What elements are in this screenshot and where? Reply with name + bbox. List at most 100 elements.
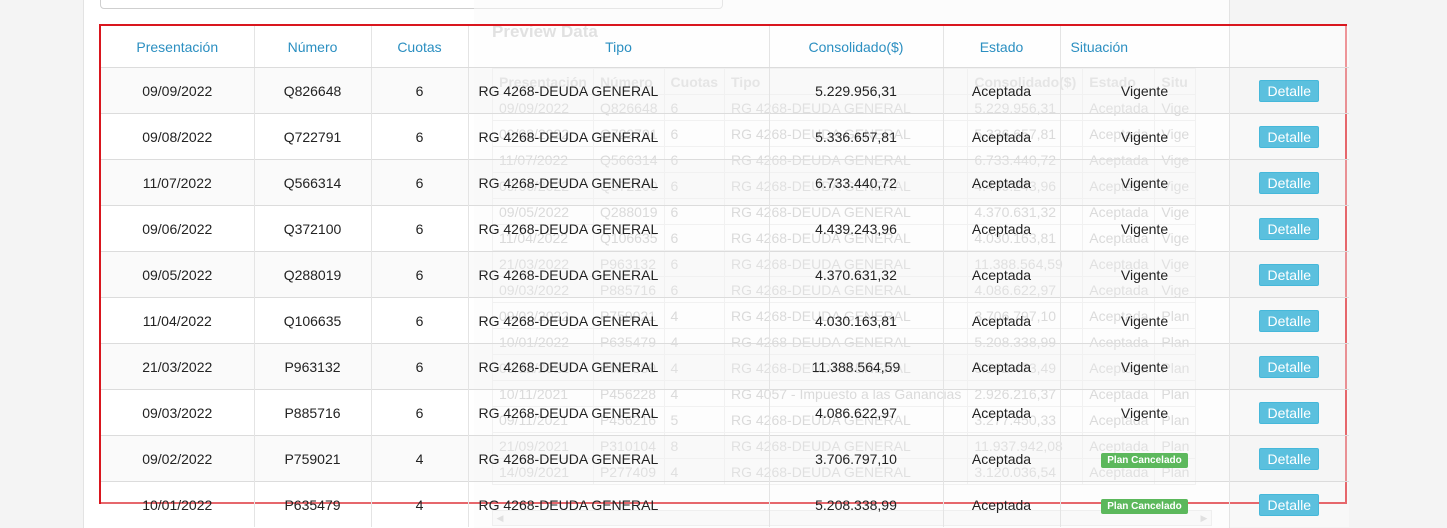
cell-numero: Q372100 <box>254 205 372 252</box>
table-row: 09/03/2022 P885716 6 RG 4268-DEUDA GENERAL 4… <box>101 389 1349 436</box>
situacion-text: Vigente <box>1120 266 1169 283</box>
cell-consolidado: 3.706.797,10 <box>769 435 944 482</box>
cell-tipo: RG 4268-DEUDA GENERAL <box>468 159 770 206</box>
cell-tipo: RG 4268-DEUDA GENERAL <box>468 389 770 436</box>
cell-numero: P885716 <box>254 389 372 436</box>
cell-tipo: RG 4268-DEUDA GENERAL <box>468 251 770 298</box>
detalle-button[interactable]: Detalle <box>1259 447 1320 470</box>
col-header-actions <box>1229 26 1349 68</box>
cell-presentacion: 21/03/2022 <box>101 343 255 390</box>
detalle-button[interactable]: Detalle <box>1259 125 1320 148</box>
cell-cuotas: 6 <box>371 205 469 252</box>
cell-situacion: Plan Cancelado <box>1060 435 1230 482</box>
cell-estado: Aceptada <box>943 251 1061 298</box>
cell-cuotas: 6 <box>371 67 469 114</box>
col-header-situacion[interactable]: Situación <box>1060 26 1230 68</box>
status-badge: Plan Cancelado <box>1101 452 1188 468</box>
cell-situacion: Vigente <box>1060 343 1230 390</box>
status-badge: Plan Cancelado <box>1101 498 1188 514</box>
detalle-button[interactable]: Detalle <box>1259 171 1320 194</box>
cell-consolidado: 4.370.631,32 <box>769 251 944 298</box>
cell-actions: Detalle <box>1229 67 1349 114</box>
detalle-button[interactable]: Detalle <box>1259 217 1320 240</box>
cell-actions: Detalle <box>1229 481 1349 527</box>
cell-consolidado: 4.030.163,81 <box>769 297 944 344</box>
situacion-text: Vigente <box>1120 358 1169 375</box>
cell-numero: Q826648 <box>254 67 372 114</box>
cell-numero: P759021 <box>254 435 372 482</box>
table-row: 09/08/2022 Q722791 6 RG 4268-DEUDA GENERAL 5… <box>101 113 1349 160</box>
cell-cuotas: 4 <box>371 481 469 527</box>
cell-situacion: Vigente <box>1060 251 1230 298</box>
cell-tipo: RG 4268-DEUDA GENERAL <box>468 113 770 160</box>
cell-tipo: RG 4268-DEUDA GENERAL <box>468 481 770 527</box>
cell-numero: P963132 <box>254 343 372 390</box>
cell-estado: Aceptada <box>943 205 1061 252</box>
cell-situacion: Vigente <box>1060 113 1230 160</box>
cell-tipo: RG 4268-DEUDA GENERAL <box>468 297 770 344</box>
cell-numero: Q288019 <box>254 251 372 298</box>
table-row: 09/09/2022 Q826648 6 RG 4268-DEUDA GENERAL 5… <box>101 67 1349 114</box>
cell-cuotas: 6 <box>371 343 469 390</box>
cell-consolidado: 5.208.338,99 <box>769 481 944 527</box>
cell-actions: Detalle <box>1229 159 1349 206</box>
cell-consolidado: 11.388.564,59 <box>769 343 944 390</box>
cell-actions: Detalle <box>1229 297 1349 344</box>
cell-consolidado: 5.229.956,31 <box>769 67 944 114</box>
cell-presentacion: 09/08/2022 <box>101 113 255 160</box>
situacion-text: Vigente <box>1120 404 1169 421</box>
table-row: 09/06/2022 Q372100 6 RG 4268-DEUDA GENERAL 4… <box>101 205 1349 252</box>
detalle-button[interactable]: Detalle <box>1259 401 1320 424</box>
col-header-estado[interactable]: Estado <box>943 26 1061 68</box>
table-row: 09/02/2022 P759021 4 RG 4268-DEUDA GENERAL 3… <box>101 435 1349 482</box>
col-header-tipo[interactable]: Tipo <box>468 26 770 68</box>
cell-cuotas: 6 <box>371 251 469 298</box>
plans-table-highlight: Presentación Número Cuotas Tipo Consolid… <box>99 24 1349 527</box>
cell-actions: Detalle <box>1229 113 1349 160</box>
cell-estado: Aceptada <box>943 159 1061 206</box>
cell-cuotas: 6 <box>371 389 469 436</box>
cell-presentacion: 09/09/2022 <box>101 67 255 114</box>
cell-cuotas: 6 <box>371 113 469 160</box>
col-header-numero[interactable]: Número <box>254 26 372 68</box>
cell-presentacion: 10/01/2022 <box>101 481 255 527</box>
cell-estado: Aceptada <box>943 343 1061 390</box>
col-header-cuotas[interactable]: Cuotas <box>371 26 469 68</box>
cell-situacion: Vigente <box>1060 159 1230 206</box>
detalle-button[interactable]: Detalle <box>1259 355 1320 378</box>
cell-numero: Q566314 <box>254 159 372 206</box>
situacion-text: Vigente <box>1120 174 1169 191</box>
situacion-text: Vigente <box>1120 312 1169 329</box>
table-row: 10/01/2022 P635479 4 RG 4268-DEUDA GENERAL 5… <box>101 481 1349 527</box>
cell-presentacion: 09/03/2022 <box>101 389 255 436</box>
cell-consolidado: 4.439.243,96 <box>769 205 944 252</box>
detalle-button[interactable]: Detalle <box>1259 79 1320 102</box>
detalle-button[interactable]: Detalle <box>1259 263 1320 286</box>
cell-cuotas: 6 <box>371 297 469 344</box>
detalle-button[interactable]: Detalle <box>1259 309 1320 332</box>
cell-tipo: RG 4268-DEUDA GENERAL <box>468 343 770 390</box>
cell-estado: Aceptada <box>943 481 1061 527</box>
situacion-text: Vigente <box>1120 220 1169 237</box>
col-header-consolidado[interactable]: Consolidado($) <box>769 26 944 68</box>
cell-estado: Aceptada <box>943 435 1061 482</box>
cell-tipo: RG 4268-DEUDA GENERAL <box>468 435 770 482</box>
cell-actions: Detalle <box>1229 389 1349 436</box>
col-header-presentacion[interactable]: Presentación <box>101 26 255 68</box>
cell-estado: Aceptada <box>943 67 1061 114</box>
cell-estado: Aceptada <box>943 297 1061 344</box>
detalle-button[interactable]: Detalle <box>1259 493 1320 516</box>
cell-actions: Detalle <box>1229 205 1349 252</box>
situacion-text: Vigente <box>1120 128 1169 145</box>
cell-presentacion: 11/07/2022 <box>101 159 255 206</box>
cell-presentacion: 09/02/2022 <box>101 435 255 482</box>
cell-situacion: Vigente <box>1060 389 1230 436</box>
cell-actions: Detalle <box>1229 343 1349 390</box>
table-row: 21/03/2022 P963132 6 RG 4268-DEUDA GENERAL 1… <box>101 343 1349 390</box>
cell-situacion: Vigente <box>1060 297 1230 344</box>
cell-tipo: RG 4268-DEUDA GENERAL <box>468 205 770 252</box>
cell-situacion: Vigente <box>1060 205 1230 252</box>
cell-situacion: Vigente <box>1060 67 1230 114</box>
situacion-text: Vigente <box>1120 82 1169 99</box>
plans-table: Presentación Número Cuotas Tipo Consolid… <box>101 26 1349 527</box>
